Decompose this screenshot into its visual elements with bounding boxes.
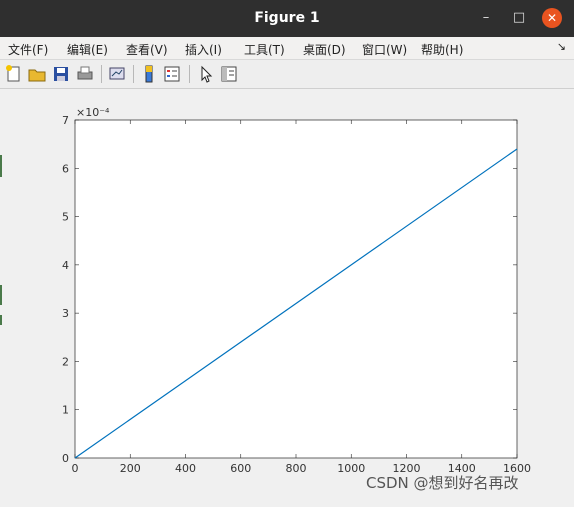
link-plot-icon[interactable]	[107, 64, 127, 84]
menu-view[interactable]: 查看(V)	[126, 41, 168, 58]
menu-file[interactable]: 文件(F)	[8, 41, 48, 58]
insert-legend-icon[interactable]	[162, 64, 182, 84]
y-tick-label: 5	[62, 211, 69, 224]
property-inspector-icon[interactable]	[219, 64, 239, 84]
menu-overflow-arrow-icon[interactable]: ↘	[557, 40, 566, 53]
menu-window[interactable]: 窗口(W)	[362, 41, 407, 58]
maximize-button[interactable]: □	[509, 8, 529, 28]
menu-insert[interactable]: 插入(I)	[185, 41, 222, 58]
y-tick-label: 1	[62, 404, 69, 417]
x-tick-label: 400	[175, 462, 196, 475]
watermark-text: CSDN @想到好名再改	[366, 474, 519, 492]
y-tick-label: 0	[62, 452, 69, 465]
toolbar-separator	[133, 65, 134, 83]
print-icon[interactable]	[75, 64, 95, 84]
left-edge-artifact	[0, 155, 2, 177]
y-tick-label: 4	[62, 259, 69, 272]
left-edge-artifact	[0, 315, 2, 325]
new-figure-icon[interactable]	[4, 64, 24, 84]
save-icon[interactable]	[51, 64, 71, 84]
axes-background	[75, 120, 517, 458]
close-button[interactable]: ✕	[542, 8, 562, 28]
y-tick-label: 3	[62, 307, 69, 320]
x-tick-label: 1000	[337, 462, 365, 475]
minimize-button[interactable]: –	[476, 8, 496, 28]
toolbar-separator	[101, 65, 102, 83]
insert-colorbar-icon[interactable]	[139, 64, 159, 84]
x-tick-label: 0	[72, 462, 79, 475]
y-tick-label: 7	[62, 114, 69, 127]
title-bar: Figure 1 – □ ✕	[0, 0, 574, 37]
menu-tools[interactable]: 工具(T)	[244, 41, 285, 58]
menu-help[interactable]: 帮助(H)	[421, 41, 463, 58]
menu-bar: 文件(F) 编辑(E) 查看(V) 插入(I) 工具(T) 桌面(D) 窗口(W…	[0, 37, 574, 60]
pointer-icon[interactable]	[196, 64, 216, 84]
y-tick-label: 2	[62, 355, 69, 368]
x-tick-label: 200	[120, 462, 141, 475]
menu-desktop[interactable]: 桌面(D)	[303, 41, 346, 58]
figure-canvas: 0 200 400 600 800 1000 1200 1400 1600 0 1 2 3 4 5 6 7 ×10…	[0, 89, 574, 503]
toolbar	[0, 60, 574, 89]
plot-axes[interactable]: 0 200 400 600 800 1000 1200 1400 160001234567×10…	[0, 89, 574, 503]
open-file-icon[interactable]	[27, 64, 47, 84]
toolbar-separator	[189, 65, 190, 83]
x-tick-label: 800	[286, 462, 307, 475]
x-tick-label: 600	[230, 462, 251, 475]
y-exponent-label: ×10⁻⁴	[76, 106, 110, 119]
left-edge-artifact	[0, 285, 2, 305]
menu-edit[interactable]: 编辑(E)	[67, 41, 108, 58]
y-tick-label: 6	[62, 162, 69, 175]
